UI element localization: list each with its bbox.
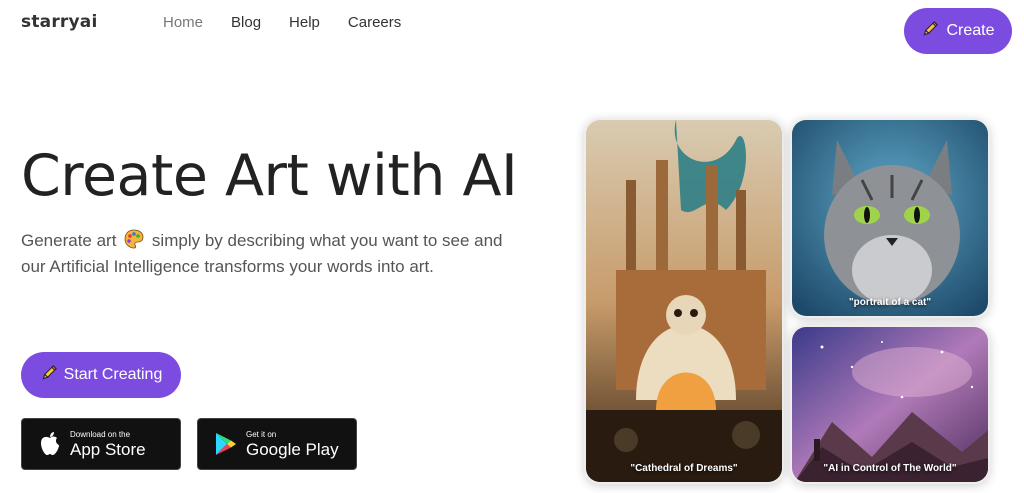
logo[interactable]: starryai <box>21 12 97 32</box>
start-creating-button[interactable]: Start Creating <box>21 352 181 398</box>
space-image <box>792 327 988 482</box>
google-play-small: Get it on <box>246 429 277 439</box>
caption-cathedral: "Cathedral of Dreams" <box>630 463 738 474</box>
cat-image <box>792 120 988 316</box>
create-button[interactable]: Create <box>904 8 1012 54</box>
caption-space: "AI in Control of The World" <box>823 463 957 474</box>
palette-icon <box>124 229 144 255</box>
top-nav: Home Blog Help Careers <box>163 14 401 31</box>
hero-subtitle: Generate art simply by describing what y… <box>21 229 521 278</box>
pencil-icon <box>921 20 939 43</box>
gallery-card-cathedral[interactable]: "Cathedral of Dreams" <box>584 118 784 484</box>
gallery-card-cat[interactable]: "portrait of a cat" <box>790 118 990 318</box>
app-store-button[interactable]: Download on the App Store <box>21 418 181 470</box>
nav-help[interactable]: Help <box>289 14 320 31</box>
google-play-big: Google Play <box>246 439 339 459</box>
cathedral-image <box>586 120 782 482</box>
app-store-big: App Store <box>70 439 146 459</box>
create-button-label: Create <box>946 22 995 39</box>
google-play-button[interactable]: Get it on Google Play <box>197 418 357 470</box>
caption-cat: "portrait of a cat" <box>848 297 932 308</box>
nav-careers[interactable]: Careers <box>348 14 401 31</box>
start-creating-label: Start Creating <box>63 366 163 383</box>
nav-blog[interactable]: Blog <box>231 14 261 31</box>
pencil-icon <box>40 364 58 387</box>
hero-subtitle-part1: Generate art <box>21 231 117 250</box>
apple-icon <box>30 431 70 457</box>
gallery-card-space[interactable]: "AI in Control of The World" <box>790 325 990 484</box>
app-store-small: Download on the <box>70 429 131 439</box>
hero-title: Create Art with AI <box>21 143 518 209</box>
nav-home[interactable]: Home <box>163 14 203 31</box>
google-play-icon <box>206 432 246 456</box>
